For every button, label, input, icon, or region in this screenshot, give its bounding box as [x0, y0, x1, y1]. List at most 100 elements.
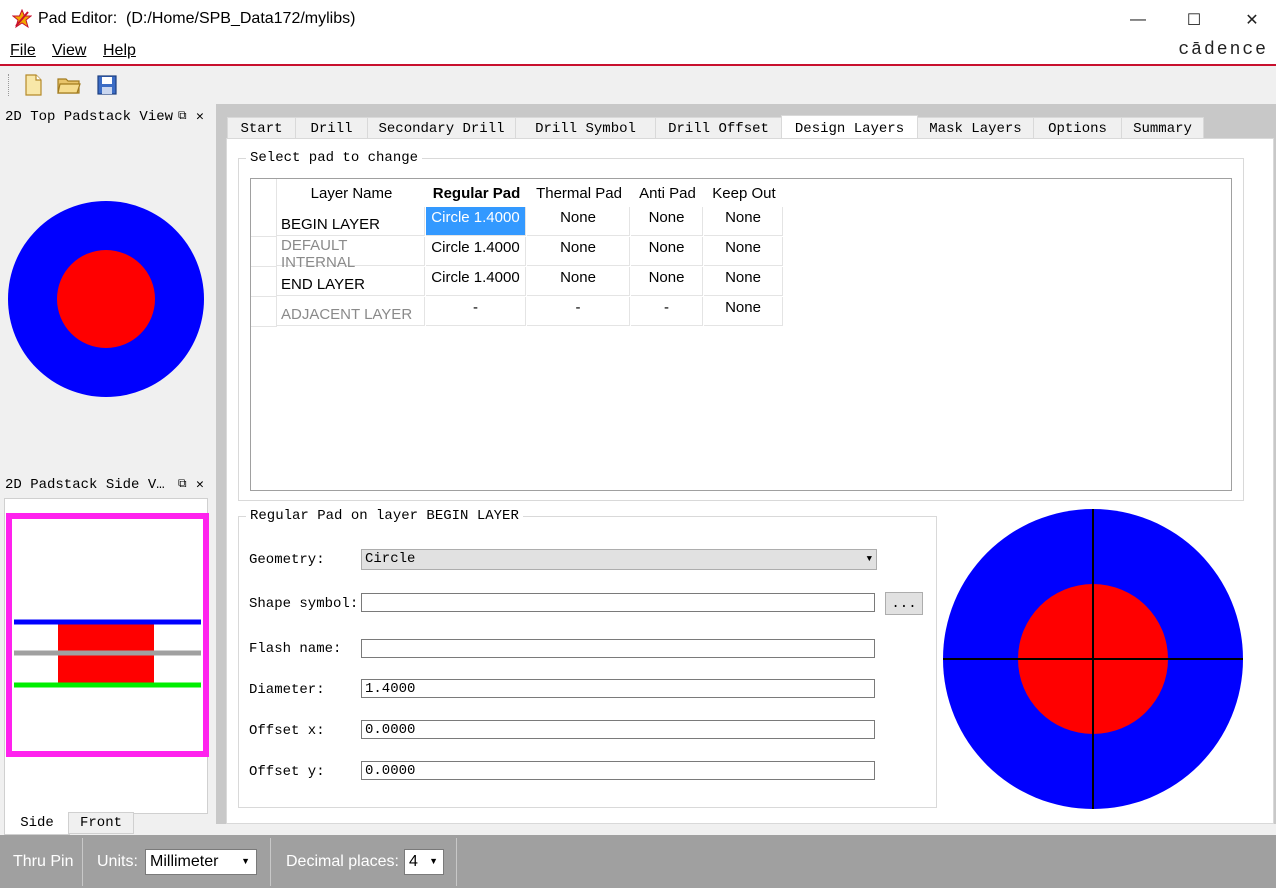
browse-button[interactable]: ... [885, 592, 923, 615]
menu-file[interactable]: File [10, 42, 36, 60]
offset-y-input[interactable]: 0.0000 [361, 761, 875, 780]
pad-table: Layer Name Regular Pad Thermal Pad Anti Pad… [250, 178, 1232, 491]
chevron-down-icon: ▼ [866, 554, 872, 564]
maximize-icon: ☐ [1186, 12, 1202, 29]
anti-pad-header[interactable]: Anti Pad [631, 179, 704, 207]
tab-secondary-drill[interactable]: Secondary Drill [367, 117, 516, 140]
tab-drill-symbol[interactable]: Drill Symbol [515, 117, 656, 140]
pad-cell[interactable]: None [527, 267, 630, 296]
pad-cell[interactable]: Circle 1.4000 [426, 237, 526, 266]
pad-cell[interactable]: None [704, 237, 783, 266]
tab-side-label: Side [20, 815, 54, 831]
close-pane-icon[interactable]: ✕ [196, 477, 204, 492]
layer-name-cell: END LAYER [277, 267, 425, 296]
browse-button-label: ... [891, 595, 917, 612]
top-padstack-graphic [8, 201, 204, 397]
row-header[interactable] [251, 267, 277, 297]
drill-inner-circle [57, 250, 155, 348]
top-view-title: 2D Top Padstack View [5, 109, 174, 125]
app-name: Pad Editor: [38, 10, 118, 27]
pad-cell[interactable]: - [631, 297, 703, 326]
status-divider [270, 838, 271, 886]
tab-summary[interactable]: Summary [1121, 117, 1204, 140]
close-button[interactable]: ✕ [1229, 0, 1275, 40]
pad-preview [943, 509, 1243, 809]
cadence-logo: cādence [1178, 40, 1268, 60]
pad-cell[interactable]: None [704, 297, 783, 326]
offset-y-value: 0.0000 [365, 763, 416, 779]
geometry-label: Geometry: [249, 552, 325, 568]
pad-cell[interactable]: None [704, 267, 783, 296]
chevron-down-icon: ▼ [429, 856, 438, 866]
tab-label: Drill Offset [668, 121, 769, 137]
keep-out-header[interactable]: Keep Out [704, 179, 784, 207]
tab-start[interactable]: Start [227, 117, 296, 140]
menu-file-label: File [10, 42, 36, 59]
side-padstack-graphic [6, 513, 209, 757]
chevron-down-icon: ▼ [241, 856, 250, 866]
toolbar-grip [8, 74, 11, 96]
layer-name-header[interactable]: Layer Name [277, 179, 426, 207]
layer-name-cell: DEFAULT INTERNAL [277, 237, 425, 271]
pad-cell[interactable]: None [631, 207, 703, 236]
pad-cell[interactable]: - [527, 297, 630, 326]
library-path: (D:/Home/SPB_Data172/mylibs) [126, 10, 356, 27]
pad-cell[interactable]: None [631, 267, 703, 296]
pad-cell[interactable]: None [527, 237, 630, 266]
decimal-places-label: Decimal places: [286, 853, 399, 870]
diameter-input[interactable]: 1.4000 [361, 679, 875, 698]
regular-pad-header[interactable]: Regular Pad [426, 179, 527, 207]
pad-cell[interactable]: Circle 1.4000 [426, 267, 526, 296]
select-pad-group-title: Select pad to change [246, 150, 423, 166]
menu-view[interactable]: View [52, 42, 86, 60]
tab-drill[interactable]: Drill [295, 117, 368, 140]
offset-x-value: 0.0000 [365, 722, 416, 738]
tab-label: Drill Symbol [535, 121, 636, 137]
pad-cell[interactable]: None [704, 207, 783, 236]
decimal-places-select[interactable]: 4 ▼ [404, 849, 444, 875]
float-pane-icon[interactable]: ⧉ [178, 477, 187, 491]
top-view-pane-header: 2D Top Padstack View ⧉ ✕ [2, 109, 210, 129]
pad-editor-logo-icon [12, 9, 32, 29]
offset-x-input[interactable]: 0.0000 [361, 720, 875, 739]
tab-label: Start [240, 121, 283, 137]
geometry-select[interactable]: Circle ▼ [361, 549, 877, 570]
row-header[interactable] [251, 297, 277, 327]
pad-cell[interactable]: None [527, 207, 630, 236]
toolbar [0, 66, 1276, 104]
maximize-button[interactable]: ☐ [1171, 0, 1217, 40]
tab-options[interactable]: Options [1033, 117, 1122, 140]
units-select[interactable]: Millimeter ▼ [145, 849, 257, 875]
close-icon: ✕ [1245, 12, 1259, 29]
tab-label: Summary [1133, 121, 1192, 137]
float-pane-icon[interactable]: ⧉ [178, 109, 187, 123]
tab-front[interactable]: Front [68, 812, 134, 834]
side-view-pane-header: 2D Padstack Side V… ⧉ ✕ [2, 477, 210, 497]
save-icon[interactable] [94, 72, 120, 98]
thermal-pad-header[interactable]: Thermal Pad [527, 179, 631, 207]
tab-side[interactable]: Side [4, 812, 70, 835]
row-header[interactable] [251, 207, 277, 237]
minimize-icon: — [1130, 11, 1146, 28]
row-header[interactable] [251, 237, 277, 267]
layer-name-cell: ADJACENT LAYER [277, 297, 425, 326]
units-label: Units: [97, 853, 138, 870]
minimize-button[interactable]: — [1115, 0, 1161, 40]
offset-y-label: Offset y: [249, 764, 325, 780]
new-file-icon[interactable] [20, 72, 46, 98]
pad-cell[interactable]: Circle 1.4000 [426, 207, 526, 236]
pin-type-status: Thru Pin [13, 853, 74, 870]
diameter-label: Diameter: [249, 682, 325, 698]
flash-name-input[interactable] [361, 639, 875, 658]
close-pane-icon[interactable]: ✕ [196, 109, 204, 124]
shape-symbol-input[interactable] [361, 593, 875, 612]
pad-cell[interactable]: - [426, 297, 526, 326]
menu-help[interactable]: Help [103, 42, 136, 60]
window-title: Pad Editor: (D:/Home/SPB_Data172/mylibs) [38, 10, 355, 28]
tab-mask-layers[interactable]: Mask Layers [917, 117, 1034, 140]
pad-cell[interactable]: None [631, 237, 703, 266]
tab-drill-offset[interactable]: Drill Offset [655, 117, 782, 140]
regular-pad-group-title: Regular Pad on layer BEGIN LAYER [246, 508, 523, 524]
open-folder-icon[interactable] [56, 72, 82, 98]
layer-name-cell: BEGIN LAYER [277, 207, 425, 236]
